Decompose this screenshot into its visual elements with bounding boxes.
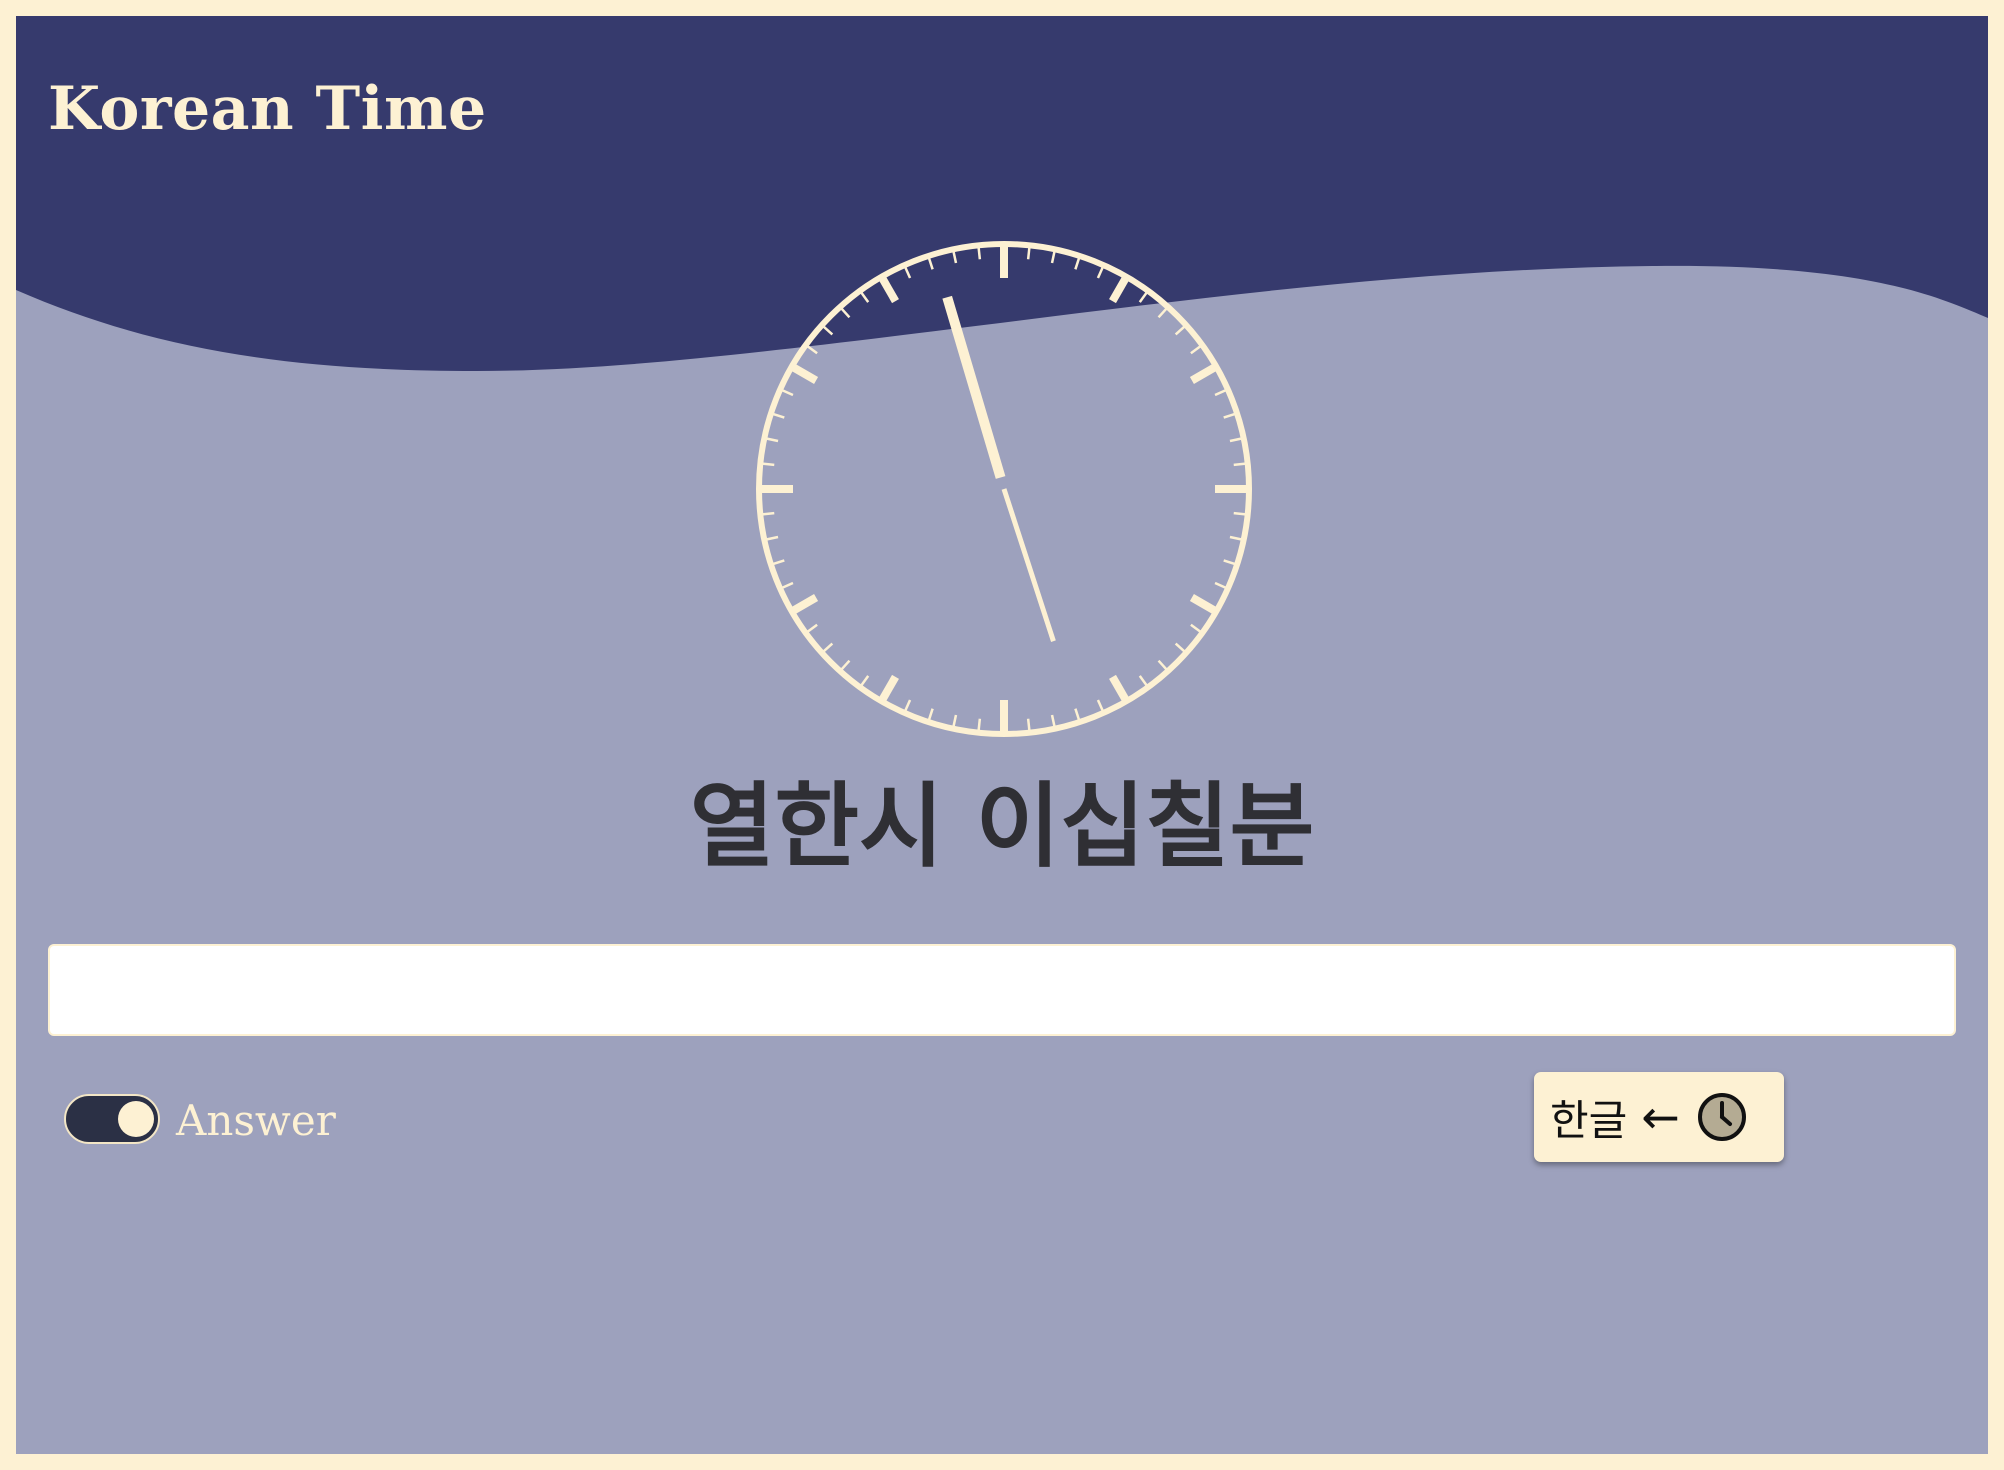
clock-minute-tick [977,247,982,260]
clock-minute-tick [952,251,958,264]
clock-icon [1697,1093,1746,1141]
clock-minute-tick [772,412,785,419]
clock-minute-tick [766,437,779,443]
answer-toggle-label: Answer [176,1096,336,1145]
clock-hour-tick [1189,594,1217,614]
clock-minute-tick [1157,307,1168,319]
app-title: Korean Time [48,74,487,144]
clock-minute-tick [781,389,794,397]
clock-minute-tick [1096,266,1104,279]
clock-minute-tick [762,462,775,467]
clock-minute-tick [1229,437,1242,443]
clock-minute-tick [840,659,851,671]
clock-minute-tick [1233,511,1246,516]
clock-minute-tick [1223,412,1236,419]
clock-minute-tick [1174,325,1186,336]
clock-minute-tick [904,699,912,712]
clock-hour-tick [879,674,899,702]
clock-hour-tick [791,594,819,614]
clock-minute-tick [762,511,775,516]
clock-minute-tick [927,257,934,270]
clock-minute-tick [1050,251,1056,264]
clock-minute-tick [840,307,851,319]
arrow-left-icon: ← [1641,1090,1680,1144]
mode-switch-button[interactable]: 한글 ← [1534,1072,1784,1162]
clock-minute-tick [766,535,779,541]
clock-minute-tick [904,266,912,279]
clock-minute-tick [1096,699,1104,712]
clock-minute-tick [952,714,958,727]
clock-minute-tick [1157,659,1168,671]
clock-minute-tick [1190,623,1202,633]
clock-hour-tick [1109,674,1129,702]
clock-minute-tick [772,559,785,566]
clock-hour-tick [1109,276,1129,304]
clock-minute-tick [1190,345,1202,355]
clock-minute-tick [1074,708,1081,721]
clock-minute-tick [1026,247,1031,260]
clock-minute-tick [822,642,834,653]
clock-minute-tick [1138,675,1148,687]
clock-hour-hand [942,295,1006,479]
clock-minute-tick [1229,535,1242,541]
toggle-knob [118,1101,154,1137]
app-container: Korean Time 열한시 이십칠분 Answer 한글 ← [16,16,1988,1454]
analog-clock [756,241,1252,737]
clock-minute-tick [822,325,834,336]
clock-minute-tick [927,708,934,721]
answer-input[interactable] [48,944,1956,1036]
clock-minute-tick [1214,389,1227,397]
clock-minute-tick [860,291,870,303]
clock-minute-tick [1138,291,1148,303]
clock-hour-tick [1189,364,1217,384]
clock-minute-tick [1233,462,1246,467]
clock-minute-tick [806,623,818,633]
clock-minute-tick [977,718,982,731]
clock-hour-tick [879,276,899,304]
mode-button-label: 한글 [1550,1095,1628,1145]
clock-hour-tick [791,364,819,384]
clock-minute-tick [1174,642,1186,653]
clock-minute-tick [1223,559,1236,566]
clock-minute-tick [781,581,794,589]
clock-minute-tick [1026,718,1031,731]
clock-minute-tick [1214,581,1227,589]
clock-minute-hand [1001,488,1056,642]
clock-minute-tick [860,675,870,687]
clock-minute-tick [806,345,818,355]
clock-minute-tick [1050,714,1056,727]
answer-toggle[interactable] [64,1094,160,1144]
clock-minute-tick [1074,257,1081,270]
korean-time-text: 열한시 이십칠분 [689,773,1315,880]
